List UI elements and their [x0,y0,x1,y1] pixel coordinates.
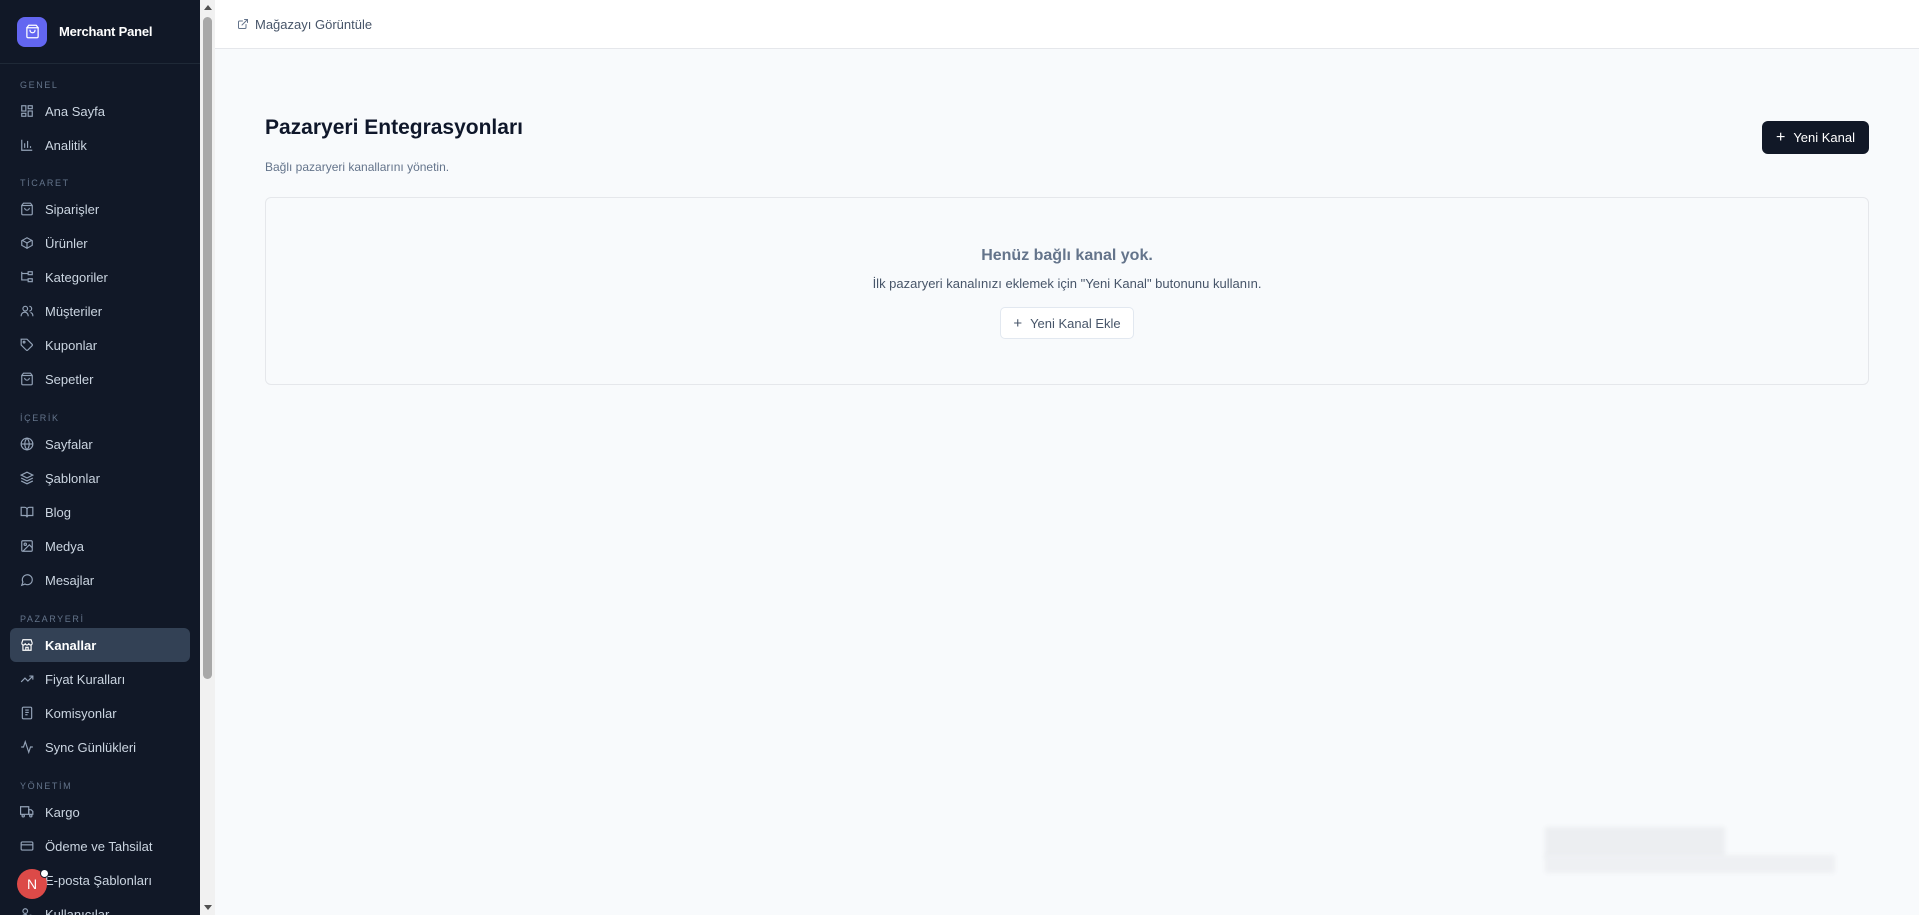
empty-state-card: Henüz bağlı kanal yok. İlk pazaryeri kan… [265,197,1869,385]
new-channel-label: Yeni Kanal [1793,130,1856,145]
scrollbar-thumb[interactable] [203,17,212,679]
sidebar-item-odeme-ve-tahsilat[interactable]: Ödeme ve Tahsilat [10,829,190,863]
truck-icon [20,805,34,819]
credit-card-icon [20,839,34,853]
layers-icon [20,471,34,485]
sidebar: Merchant Panel GENEL Ana Sayfa Analitik … [0,0,200,915]
users-icon [20,304,34,318]
sidebar-item-label: Fiyat Kuralları [45,671,126,687]
receipt-icon [20,706,34,720]
sidebar-item-label: Ödeme ve Tahsilat [45,838,153,854]
sidebar-item-label: Müşteriler [45,303,103,319]
scroll-down-arrow-icon[interactable] [204,905,212,910]
sidebar-item-label: Analitik [45,137,87,153]
nav-section-icerik: İÇERİK Sayfalar Şablonlar Blog Medya Mes… [0,411,200,597]
plus-icon: + [1775,128,1786,146]
add-channel-label: Yeni Kanal Ekle [1030,315,1121,331]
sidebar-item-ana-sayfa[interactable]: Ana Sayfa [10,94,190,128]
user-cog-icon [20,907,34,915]
store-icon [20,638,34,652]
sidebar-item-label: Sepetler [45,371,94,387]
sidebar-item-kullanicilar[interactable]: Kullanıcılar [10,897,190,915]
sidebar-item-label: Komisyonlar [45,705,117,721]
sidebar-item-label: Blog [45,504,72,520]
sidebar-item-label: Sync Günlükleri [45,739,137,755]
sidebar-item-label: Kargo [45,804,80,820]
page-subtitle: Bağlı pazaryeri kanallarını yönetin. [265,160,450,174]
sidebar-item-komisyonlar[interactable]: Komisyonlar [10,696,190,730]
sidebar-item-label: E-posta Şablonları [45,872,152,888]
sidebar-item-sync-gunlukleri[interactable]: Sync Günlükleri [10,730,190,764]
section-title: TİCARET [20,178,70,188]
sidebar-item-fiyat-kurallari[interactable]: Fiyat Kuralları [10,662,190,696]
sidebar-item-label: Mesajlar [45,572,95,588]
sidebar-item-sepetler[interactable]: Sepetler [10,362,190,396]
new-channel-button[interactable]: + Yeni Kanal [1762,121,1869,154]
sidebar-item-label: Kullanıcılar [45,906,110,915]
sidebar-item-mesajlar[interactable]: Mesajlar [10,563,190,597]
section-title: İÇERİK [20,413,60,423]
sidebar-item-label: Kategoriler [45,269,108,285]
external-link-icon [238,19,248,29]
section-title: PAZARYERİ [20,614,85,624]
package-icon [20,236,34,250]
basket-icon [20,372,34,386]
message-icon [20,573,34,587]
sidebar-item-label: Ana Sayfa [45,103,105,119]
image-icon [20,539,34,553]
sidebar-item-kategoriler[interactable]: Kategoriler [10,260,190,294]
sidebar-item-label: Sayfalar [45,436,93,452]
section-title: YÖNETİM [20,781,73,791]
shopping-bag-icon [20,202,34,216]
view-store-label: Mağazayı Görüntüle [255,16,373,32]
sidebar-item-musteriler[interactable]: Müşteriler [10,294,190,328]
shopping-bag-icon [17,16,47,47]
nav-section-pazaryeri: PAZARYERİ Kanallar Fiyat Kuralları Komis… [0,612,200,764]
bar-chart-icon [20,138,34,152]
sidebar-item-label: Şablonlar [45,470,100,486]
globe-icon [20,437,34,451]
sidebar-item-label: Kuponlar [45,337,98,353]
topbar: Mağazayı Görüntüle [215,0,1919,49]
trending-icon [20,672,34,686]
brand[interactable]: Merchant Panel [0,0,200,64]
sidebar-item-label: Kanallar [45,637,97,653]
sidebar-item-blog[interactable]: Blog [10,495,190,529]
add-channel-button[interactable]: + Yeni Kanal Ekle [1000,307,1134,339]
empty-state-description: İlk pazaryeri kanalınızı eklemek için "Y… [872,276,1262,291]
sidebar-item-medya[interactable]: Medya [10,529,190,563]
blurred-overlay [1545,855,1835,873]
sidebar-item-label: Medya [45,538,85,554]
sidebar-item-sablonlar[interactable]: Şablonlar [10,461,190,495]
nav-section-genel: GENEL Ana Sayfa Analitik [0,78,200,162]
sidebar-item-label: Ürünler [45,235,88,251]
nav-section-ticaret: TİCARET Siparişler Ürünler Kategoriler M… [0,176,200,396]
sidebar-item-urunler[interactable]: Ürünler [10,226,190,260]
brand-name: Merchant Panel [59,24,153,39]
view-store-link[interactable]: Mağazayı Görüntüle [237,17,372,32]
sidebar-item-kargo[interactable]: Kargo [10,795,190,829]
sidebar-item-label: Siparişler [45,201,100,217]
dashboard-icon [20,104,34,118]
sidebar-item-kanallar[interactable]: Kanallar [10,628,190,662]
tree-icon [20,270,34,284]
activity-icon [20,740,34,754]
plus-icon: + [1013,314,1023,332]
sidebar-item-analitik[interactable]: Analitik [10,128,190,162]
tag-icon [20,338,34,352]
section-title: GENEL [20,80,59,90]
book-icon [20,505,34,519]
sidebar-item-kuponlar[interactable]: Kuponlar [10,328,190,362]
empty-state-title: Henüz bağlı kanal yok. [981,247,1153,264]
avatar-status-dot [40,869,49,878]
sidebar-scrollbar[interactable] [200,0,215,915]
scroll-up-arrow-icon[interactable] [204,5,212,10]
page-title: Pazaryeri Entegrasyonları [265,116,523,139]
sidebar-item-siparisler[interactable]: Siparişler [10,192,190,226]
sidebar-item-sayfalar[interactable]: Sayfalar [10,427,190,461]
